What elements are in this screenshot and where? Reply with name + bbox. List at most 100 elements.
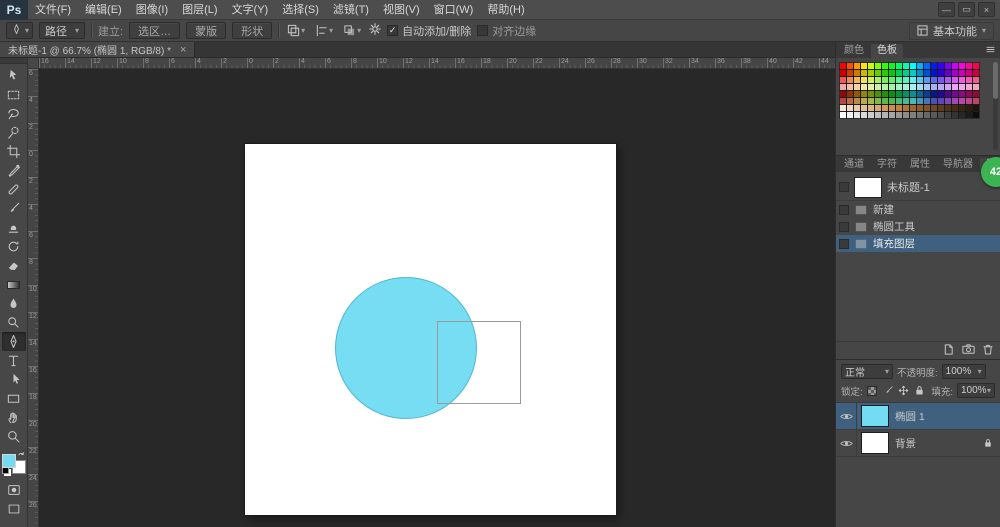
lock-pixels-icon[interactable] [882,384,894,397]
color-swatch[interactable] [840,105,846,111]
color-swatch[interactable] [861,77,867,83]
color-swatch[interactable] [882,84,888,90]
color-swatch[interactable] [973,91,979,97]
make-selection-button[interactable]: 选区… [129,22,180,39]
lasso-tool[interactable] [2,104,26,123]
color-swatch[interactable] [966,84,972,90]
color-swatch[interactable] [945,91,951,97]
workspace-switcher-button[interactable]: 基本功能 ▾ [909,22,994,40]
color-swatch[interactable] [847,91,853,97]
color-swatch[interactable] [917,63,923,69]
color-swatch[interactable] [847,77,853,83]
color-swatch[interactable] [896,84,902,90]
color-swatch[interactable] [903,84,909,90]
make-shape-button[interactable]: 形状 [232,22,272,39]
color-swatch[interactable] [861,112,867,118]
color-swatch[interactable] [959,63,965,69]
color-swatch[interactable] [861,84,867,90]
history-brush-tool[interactable] [2,237,26,256]
color-swatch[interactable] [917,112,923,118]
quick-selection-tool[interactable] [2,123,26,142]
color-swatch[interactable] [875,98,881,104]
color-swatch[interactable] [973,84,979,90]
color-swatch[interactable] [945,105,951,111]
horizontal-type-tool[interactable] [2,351,26,370]
color-swatch[interactable] [952,84,958,90]
color-swatch[interactable] [910,91,916,97]
panel-grip[interactable] [0,58,27,64]
color-swatch[interactable] [924,84,930,90]
color-swatch[interactable] [882,105,888,111]
color-swatch[interactable] [952,77,958,83]
color-swatch[interactable] [889,77,895,83]
default-colors-icon[interactable] [2,467,9,474]
brush-tool[interactable] [2,199,26,218]
ruler-origin-box[interactable] [28,58,39,69]
menu-item[interactable]: 编辑(E) [78,0,129,20]
path-arrange-button[interactable]: ▾ [341,23,363,38]
color-swatch[interactable] [868,63,874,69]
pen-tool[interactable] [2,332,26,351]
move-tool[interactable] [2,66,26,85]
panel-tab[interactable]: 属性 [904,158,936,172]
color-swatch[interactable] [903,112,909,118]
panel-tab[interactable]: 字符 [871,158,903,172]
color-swatch[interactable] [854,84,860,90]
menu-item[interactable]: 图层(L) [175,0,224,20]
menu-item[interactable]: 文件(F) [28,0,78,20]
maximize-button[interactable]: ▭ [958,2,975,17]
color-swatch[interactable] [861,70,867,76]
opacity-input[interactable]: 100% ▾ [942,364,986,379]
color-swatch[interactable] [931,112,937,118]
color-swatch[interactable] [945,63,951,69]
color-swatch[interactable] [924,70,930,76]
color-swatch[interactable] [973,105,979,111]
color-swatch[interactable] [952,91,958,97]
color-swatch[interactable] [910,105,916,111]
color-swatch[interactable] [931,63,937,69]
rectangular-marquee-tool[interactable] [2,85,26,104]
blur-tool[interactable] [2,294,26,313]
menu-item[interactable]: 窗口(W) [427,0,481,20]
color-swatch[interactable] [889,70,895,76]
color-swatch[interactable] [910,112,916,118]
color-swatch[interactable] [924,63,930,69]
delete-state-icon[interactable] [983,344,993,358]
color-swatch[interactable] [847,70,853,76]
color-swatch[interactable] [959,105,965,111]
color-swatch[interactable] [959,112,965,118]
color-swatch[interactable] [861,105,867,111]
color-swatch[interactable] [917,98,923,104]
foreground-color-swatch[interactable] [2,454,16,468]
color-swatch[interactable] [966,105,972,111]
panel-tab[interactable]: 导航器 [937,158,979,172]
color-swatch[interactable] [910,70,916,76]
color-swatch[interactable] [952,98,958,104]
color-swatch[interactable] [938,91,944,97]
dodge-tool[interactable] [2,313,26,332]
auto-add-delete-checkbox[interactable]: ✓ 自动添加/删除 [387,23,471,39]
color-swatch[interactable] [875,77,881,83]
color-swatch[interactable] [854,63,860,69]
color-swatch[interactable] [945,70,951,76]
layer-row[interactable]: 椭圆 1 [836,403,1000,430]
color-swatch[interactable] [973,63,979,69]
menu-item[interactable]: 帮助(H) [480,0,531,20]
color-swatch[interactable] [868,77,874,83]
color-swatch[interactable] [938,98,944,104]
color-swatch[interactable] [938,105,944,111]
ruler-horizontal[interactable]: 1614121086420246810121416182022242628303… [39,58,835,69]
fill-input[interactable]: 100% ▾ [957,383,995,398]
panel-menu-icon[interactable] [986,44,998,58]
visibility-toggle[interactable] [836,403,857,429]
color-swatch[interactable] [847,98,853,104]
menu-item[interactable]: 文字(Y) [225,0,276,20]
color-swatch[interactable] [882,91,888,97]
color-swatch[interactable] [945,77,951,83]
close-button[interactable]: × [978,2,995,17]
color-swatch[interactable] [889,91,895,97]
color-swatch[interactable] [966,77,972,83]
color-swatch[interactable] [917,70,923,76]
color-swatch[interactable] [973,70,979,76]
eraser-tool[interactable] [2,256,26,275]
